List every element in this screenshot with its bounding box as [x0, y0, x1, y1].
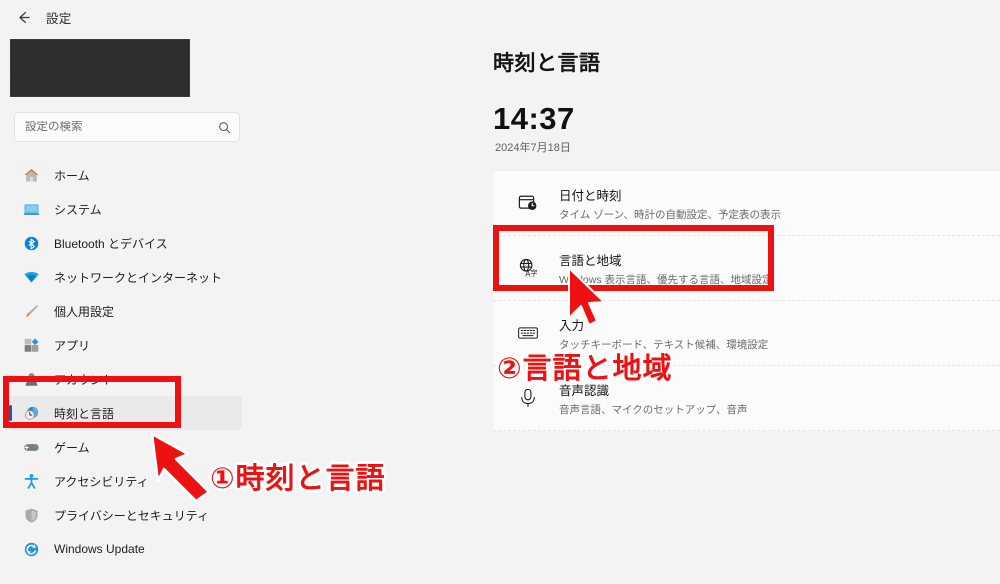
sidebar-item-label: システム [54, 202, 102, 217]
sidebar-item-label: アプリ [54, 338, 91, 353]
sidebar-item-label: Windows Update [54, 542, 145, 556]
network-icon [22, 268, 40, 286]
sidebar-nav-list: ホーム システム Bluetooth とデバイス ネットワークとインターネット … [0, 158, 262, 566]
page-title: 時刻と言語 [493, 52, 601, 75]
sidebar-item-label: 時刻と言語 [54, 406, 115, 421]
card-subtitle: 音声言語、マイクのセットアップ、音声 [559, 403, 748, 416]
sidebar-item-apps[interactable]: アプリ [8, 328, 242, 362]
calendar-clock-icon [515, 190, 541, 216]
sidebar-item-windows-update[interactable]: Windows Update [8, 532, 242, 566]
sidebar-item-privacy-and-security[interactable]: プライバシーとセキュリティ [8, 498, 242, 532]
sidebar-item-time-and-language[interactable]: 時刻と言語 [8, 396, 242, 430]
clock-globe-icon [22, 404, 40, 422]
sidebar-item-home[interactable]: ホーム [8, 158, 242, 192]
svg-text:字: 字 [530, 268, 537, 277]
sidebar-item-label: ネットワークとインターネット [54, 270, 223, 285]
card-title: 日付と時刻 [559, 188, 622, 203]
apps-icon [22, 336, 40, 354]
language-globe-icon: A 字 [515, 255, 541, 281]
speech-microphone-icon [515, 385, 541, 411]
accessibility-icon [22, 472, 40, 490]
current-date: 2024年7月18日 [495, 142, 571, 154]
sidebar-item-accounts[interactable]: アカウント [8, 362, 242, 396]
card-title: 言語と地域 [559, 253, 622, 268]
user-profile-redacted-block [10, 39, 190, 97]
card-subtitle: タイム ゾーン、時計の自動設定、予定表の表示 [559, 208, 782, 221]
card-date-and-time[interactable]: 日付と時刻 タイム ゾーン、時計の自動設定、予定表の表示 [493, 171, 1000, 236]
update-icon [22, 540, 40, 558]
window-titlebar: 設定 [0, 0, 1000, 34]
account-icon [22, 370, 40, 388]
annotation-label-1: ①時刻と言語 [210, 461, 386, 495]
sidebar-item-system[interactable]: システム [8, 192, 242, 226]
card-subtitle: Windows 表示言語、優先する言語、地域設定 [559, 273, 773, 286]
settings-sidebar: ホーム システム Bluetooth とデバイス [0, 34, 262, 584]
sidebar-item-label: アクセシビリティ [54, 474, 149, 489]
sidebar-item-personalization[interactable]: 個人用設定 [8, 294, 242, 328]
system-icon [22, 200, 40, 218]
sidebar-item-label: プライバシーとセキュリティ [54, 508, 210, 523]
shield-icon [22, 506, 40, 524]
back-arrow-icon[interactable] [12, 6, 34, 28]
sidebar-item-gaming[interactable]: ゲーム [8, 430, 242, 464]
annotation-label-2: ②言語と地域 [497, 351, 673, 385]
personalization-brush-icon [22, 302, 40, 320]
card-language-and-region[interactable]: A 字 言語と地域 Windows 表示言語、優先する言語、地域設定 [493, 236, 1000, 301]
settings-content-pane: 時刻と言語 14:37 2024年7月18日 日付と時刻 タイム ゾーン、時計の… [493, 34, 1000, 584]
sidebar-item-label: 個人用設定 [54, 304, 115, 319]
sidebar-item-label: ゲーム [54, 440, 90, 455]
search-box[interactable] [14, 112, 240, 142]
sidebar-item-label: Bluetooth とデバイス [54, 236, 168, 251]
settings-card-list: 日付と時刻 タイム ゾーン、時計の自動設定、予定表の表示 A 字 言語と地域 W… [493, 170, 1000, 431]
redaction-texture [11, 40, 189, 96]
keyboard-icon [515, 320, 541, 346]
sidebar-item-network[interactable]: ネットワークとインターネット [8, 260, 242, 294]
search-input[interactable] [25, 121, 218, 133]
current-time: 14:37 [493, 101, 575, 136]
gaming-controller-icon [22, 438, 40, 456]
sidebar-item-label: アカウント [54, 372, 115, 387]
window-title: 設定 [46, 11, 72, 26]
search-icon [218, 121, 231, 134]
bluetooth-icon [22, 234, 40, 252]
sidebar-item-label: ホーム [54, 168, 90, 183]
card-title: 入力 [559, 318, 585, 333]
sidebar-item-bluetooth[interactable]: Bluetooth とデバイス [8, 226, 242, 260]
home-icon [22, 166, 40, 184]
sidebar-item-accessibility[interactable]: アクセシビリティ [8, 464, 242, 498]
